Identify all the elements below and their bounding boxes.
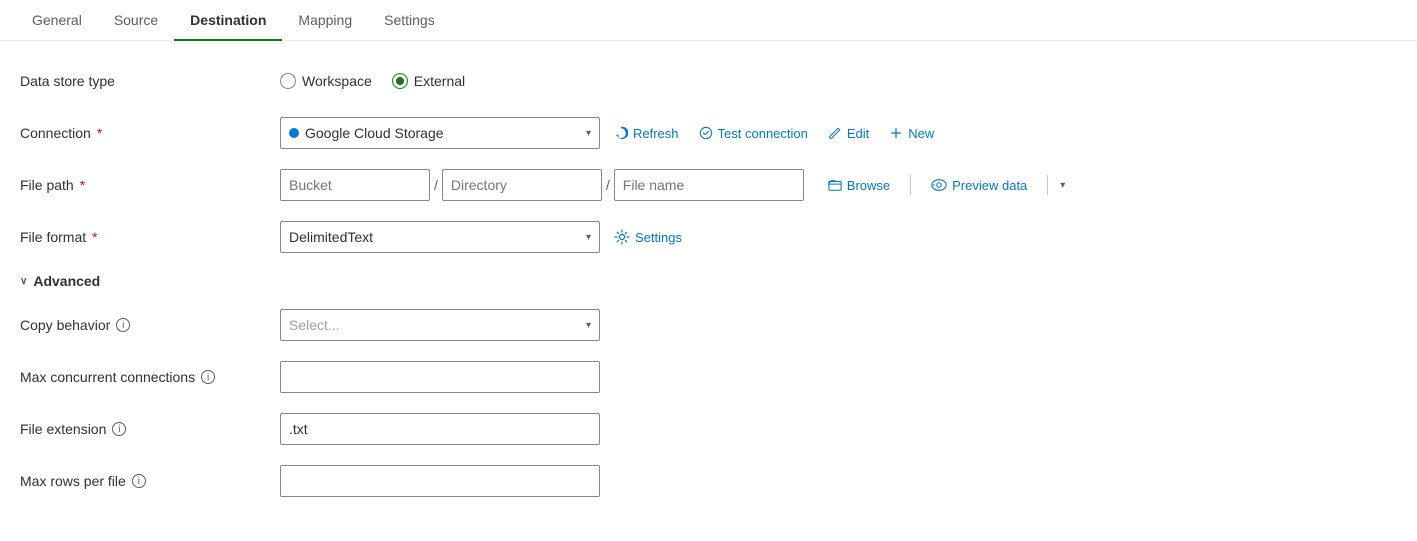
tab-mapping[interactable]: Mapping: [282, 0, 368, 40]
max-rows-row: Max rows per file i: [20, 465, 1397, 497]
file-extension-label: File extension i: [20, 421, 280, 437]
copy-behavior-label: Copy behavior i: [20, 317, 280, 333]
radio-workspace-label: Workspace: [302, 73, 372, 89]
radio-workspace[interactable]: Workspace: [280, 73, 372, 89]
connection-dot: [289, 128, 299, 138]
copy-behavior-chevron: ▾: [586, 320, 591, 331]
copy-behavior-row: Copy behavior i Select... ▾: [20, 309, 1397, 341]
file-path-row: File path * / / Browse: [20, 169, 1397, 201]
copy-behavior-dropdown-text: Select...: [289, 317, 580, 333]
radio-external[interactable]: External: [392, 73, 465, 89]
file-format-row: File format * DelimitedText ▾ Settings: [20, 221, 1397, 253]
connection-required: *: [97, 125, 102, 141]
advanced-chevron-icon: ∨: [20, 276, 27, 287]
data-store-type-label: Data store type: [20, 73, 280, 89]
preview-icon: [931, 178, 947, 192]
file-format-dropdown-text: DelimitedText: [289, 229, 580, 245]
browse-button[interactable]: Browse: [820, 174, 898, 197]
separator-2: /: [606, 177, 610, 193]
toolbar-divider-2: [1047, 175, 1048, 195]
radio-workspace-circle: [280, 73, 296, 89]
file-format-control: DelimitedText ▾ Settings: [280, 221, 1397, 253]
preview-data-button[interactable]: Preview data: [923, 174, 1035, 197]
data-store-type-control: Workspace External: [280, 73, 1397, 89]
edit-button[interactable]: Edit: [822, 122, 875, 145]
file-extension-input[interactable]: [280, 413, 600, 445]
max-rows-control: [280, 465, 1397, 497]
max-concurrent-input[interactable]: [280, 361, 600, 393]
max-concurrent-row: Max concurrent connections i: [20, 361, 1397, 393]
file-path-required: *: [80, 177, 85, 193]
max-rows-input[interactable]: [280, 465, 600, 497]
file-extension-row: File extension i: [20, 413, 1397, 445]
file-extension-control: [280, 413, 1397, 445]
filename-input[interactable]: [614, 169, 804, 201]
test-connection-button[interactable]: Test connection: [693, 122, 814, 145]
advanced-toggle[interactable]: ∨ Advanced: [20, 273, 1397, 289]
radio-external-circle: [392, 73, 408, 89]
max-concurrent-info-icon[interactable]: i: [201, 370, 215, 384]
file-format-chevron: ▾: [586, 232, 591, 243]
settings-icon: [614, 229, 630, 245]
max-concurrent-label: Max concurrent connections i: [20, 369, 280, 385]
browse-icon: [828, 178, 842, 192]
max-concurrent-control: [280, 361, 1397, 393]
copy-behavior-control: Select... ▾: [280, 309, 1397, 341]
file-path-control: / / Browse Preview data: [280, 169, 1397, 201]
refresh-icon: [614, 126, 628, 140]
radio-external-label: External: [414, 73, 465, 89]
connection-label: Connection *: [20, 125, 280, 141]
separator-1: /: [434, 177, 438, 193]
connection-dropdown[interactable]: Google Cloud Storage ▾: [280, 117, 600, 149]
file-format-required: *: [92, 229, 97, 245]
tab-destination[interactable]: Destination: [174, 0, 282, 40]
toolbar-divider: [910, 175, 911, 195]
max-rows-info-icon[interactable]: i: [132, 474, 146, 488]
format-settings-button[interactable]: Settings: [608, 225, 688, 249]
file-path-label: File path *: [20, 177, 280, 193]
test-connection-icon: [699, 126, 713, 140]
bucket-input[interactable]: [280, 169, 430, 201]
file-format-label: File format *: [20, 229, 280, 245]
plus-icon: [889, 126, 903, 140]
tab-source[interactable]: Source: [98, 0, 174, 40]
connection-control: Google Cloud Storage ▾ Refresh Test conn…: [280, 117, 1397, 149]
refresh-button[interactable]: Refresh: [608, 122, 685, 145]
max-rows-label: Max rows per file i: [20, 473, 280, 489]
copy-behavior-dropdown[interactable]: Select... ▾: [280, 309, 600, 341]
preview-chevron[interactable]: ▾: [1060, 180, 1065, 191]
tab-bar: General Source Destination Mapping Setti…: [0, 0, 1417, 41]
tab-settings[interactable]: Settings: [368, 0, 451, 40]
radio-group: Workspace External: [280, 73, 465, 89]
copy-behavior-info-icon[interactable]: i: [116, 318, 130, 332]
advanced-label: Advanced: [33, 273, 100, 289]
connection-dropdown-text: Google Cloud Storage: [305, 125, 580, 141]
new-button[interactable]: New: [883, 122, 940, 145]
connection-row: Connection * Google Cloud Storage ▾ Refr…: [20, 117, 1397, 149]
tab-general[interactable]: General: [16, 0, 98, 40]
content-area: Data store type Workspace External Conne…: [0, 41, 1417, 541]
connection-dropdown-chevron: ▾: [586, 128, 591, 139]
file-format-dropdown[interactable]: DelimitedText ▾: [280, 221, 600, 253]
directory-input[interactable]: [442, 169, 602, 201]
file-extension-info-icon[interactable]: i: [112, 422, 126, 436]
data-store-type-row: Data store type Workspace External: [20, 65, 1397, 97]
edit-icon: [828, 126, 842, 140]
file-path-group: / /: [280, 169, 804, 201]
